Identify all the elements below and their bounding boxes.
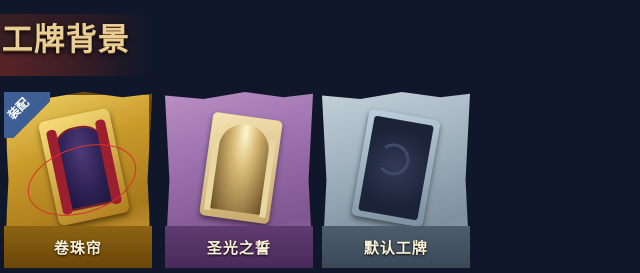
card-holy-light-oath[interactable]: 圣光之誓 [165,92,313,268]
card-default-badge[interactable]: 默认工牌 [322,92,470,268]
equipped-badge: 装配 [4,92,50,138]
card-label: 默认工牌 [363,239,428,257]
card-label: 圣光之誓 [206,239,271,257]
card-label: 卷珠帘 [53,239,102,257]
card-scroll-curtain[interactable]: 装配 卷珠帘 [4,92,152,268]
page-title: 工牌背景 [2,22,130,58]
card-art-image [199,111,283,225]
equipped-badge-label: 装配 [4,95,32,123]
